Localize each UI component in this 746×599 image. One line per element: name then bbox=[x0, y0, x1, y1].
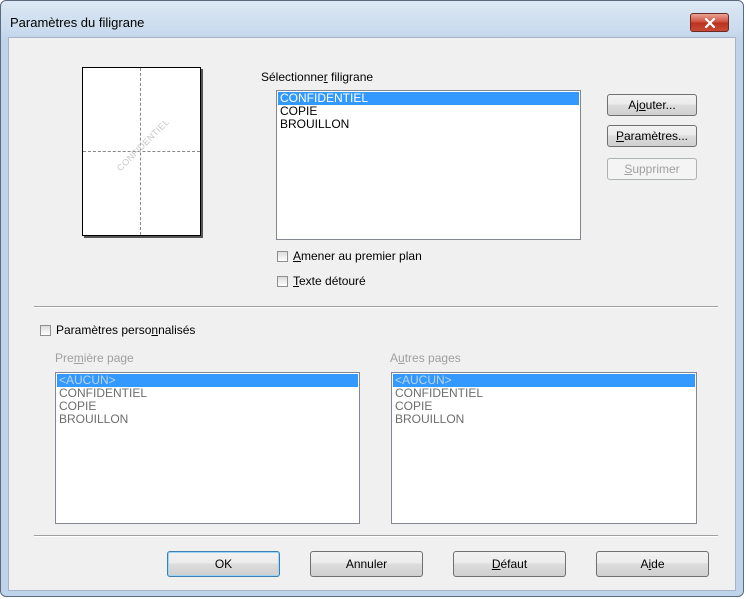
separator bbox=[34, 306, 718, 308]
separator bbox=[34, 535, 718, 537]
watermark-preview: CONFIDENTIEL bbox=[82, 67, 201, 236]
first-page-label: Première page bbox=[55, 351, 134, 365]
checkbox-box[interactable] bbox=[277, 275, 288, 287]
checkbox-box[interactable] bbox=[277, 250, 288, 262]
other-pages-label: Autres pages bbox=[390, 351, 461, 365]
bring-to-front-checkbox[interactable]: Amener au premier plan bbox=[277, 249, 422, 263]
select-watermark-label: Sélectionner filigrane bbox=[261, 70, 374, 84]
first-page-list[interactable]: <AUCUN> CONFIDENTIEL COPIE BROUILLON bbox=[55, 372, 360, 524]
default-button[interactable]: Défaut bbox=[453, 551, 566, 577]
add-button[interactable]: Aj o uter... bbox=[607, 94, 697, 116]
checkbox-box[interactable] bbox=[40, 324, 51, 336]
settings-button[interactable]: Paramètres... bbox=[607, 125, 697, 147]
window-title: Paramètres du filigrane bbox=[10, 15, 145, 30]
help-button[interactable]: Ai de bbox=[596, 551, 709, 577]
outline-text-checkbox[interactable]: Texte détouré bbox=[277, 274, 366, 288]
dialog-body: CONFIDENTIEL Sélectionner filigrane CONF… bbox=[8, 37, 736, 591]
list-item[interactable]: CONFIDENTIEL bbox=[393, 387, 695, 400]
watermark-list[interactable]: CONFIDENTIEL COPIE BROUILLON bbox=[276, 90, 581, 240]
custom-settings-label: Paramètres personnalisés bbox=[56, 323, 196, 337]
custom-settings-checkbox[interactable]: Paramètres personnalisés bbox=[40, 323, 195, 337]
bring-to-front-label: Amener au premier plan bbox=[293, 249, 422, 263]
watermark-settings-dialog: Paramètres du filigrane CONFIDENTIEL Sél… bbox=[0, 0, 744, 597]
title-bar[interactable]: Paramètres du filigrane bbox=[1, 1, 743, 41]
close-icon bbox=[704, 17, 715, 28]
close-button[interactable] bbox=[690, 13, 729, 32]
list-item[interactable]: CONFIDENTIEL bbox=[57, 387, 358, 400]
cancel-button[interactable]: Annuler bbox=[310, 551, 423, 577]
ok-button[interactable]: OK bbox=[167, 551, 280, 577]
preview-watermark-text: CONFIDENTIEL bbox=[114, 116, 172, 174]
list-item[interactable]: BROUILLON bbox=[278, 118, 579, 131]
list-item[interactable]: BROUILLON bbox=[57, 413, 358, 426]
list-item[interactable]: BROUILLON bbox=[393, 413, 695, 426]
list-item[interactable]: CONFIDENTIEL bbox=[278, 92, 579, 105]
outline-text-label: Texte détouré bbox=[293, 274, 366, 288]
other-pages-list[interactable]: <AUCUN> CONFIDENTIEL COPIE BROUILLON bbox=[391, 372, 697, 524]
delete-button[interactable]: Supprimer bbox=[607, 158, 697, 180]
